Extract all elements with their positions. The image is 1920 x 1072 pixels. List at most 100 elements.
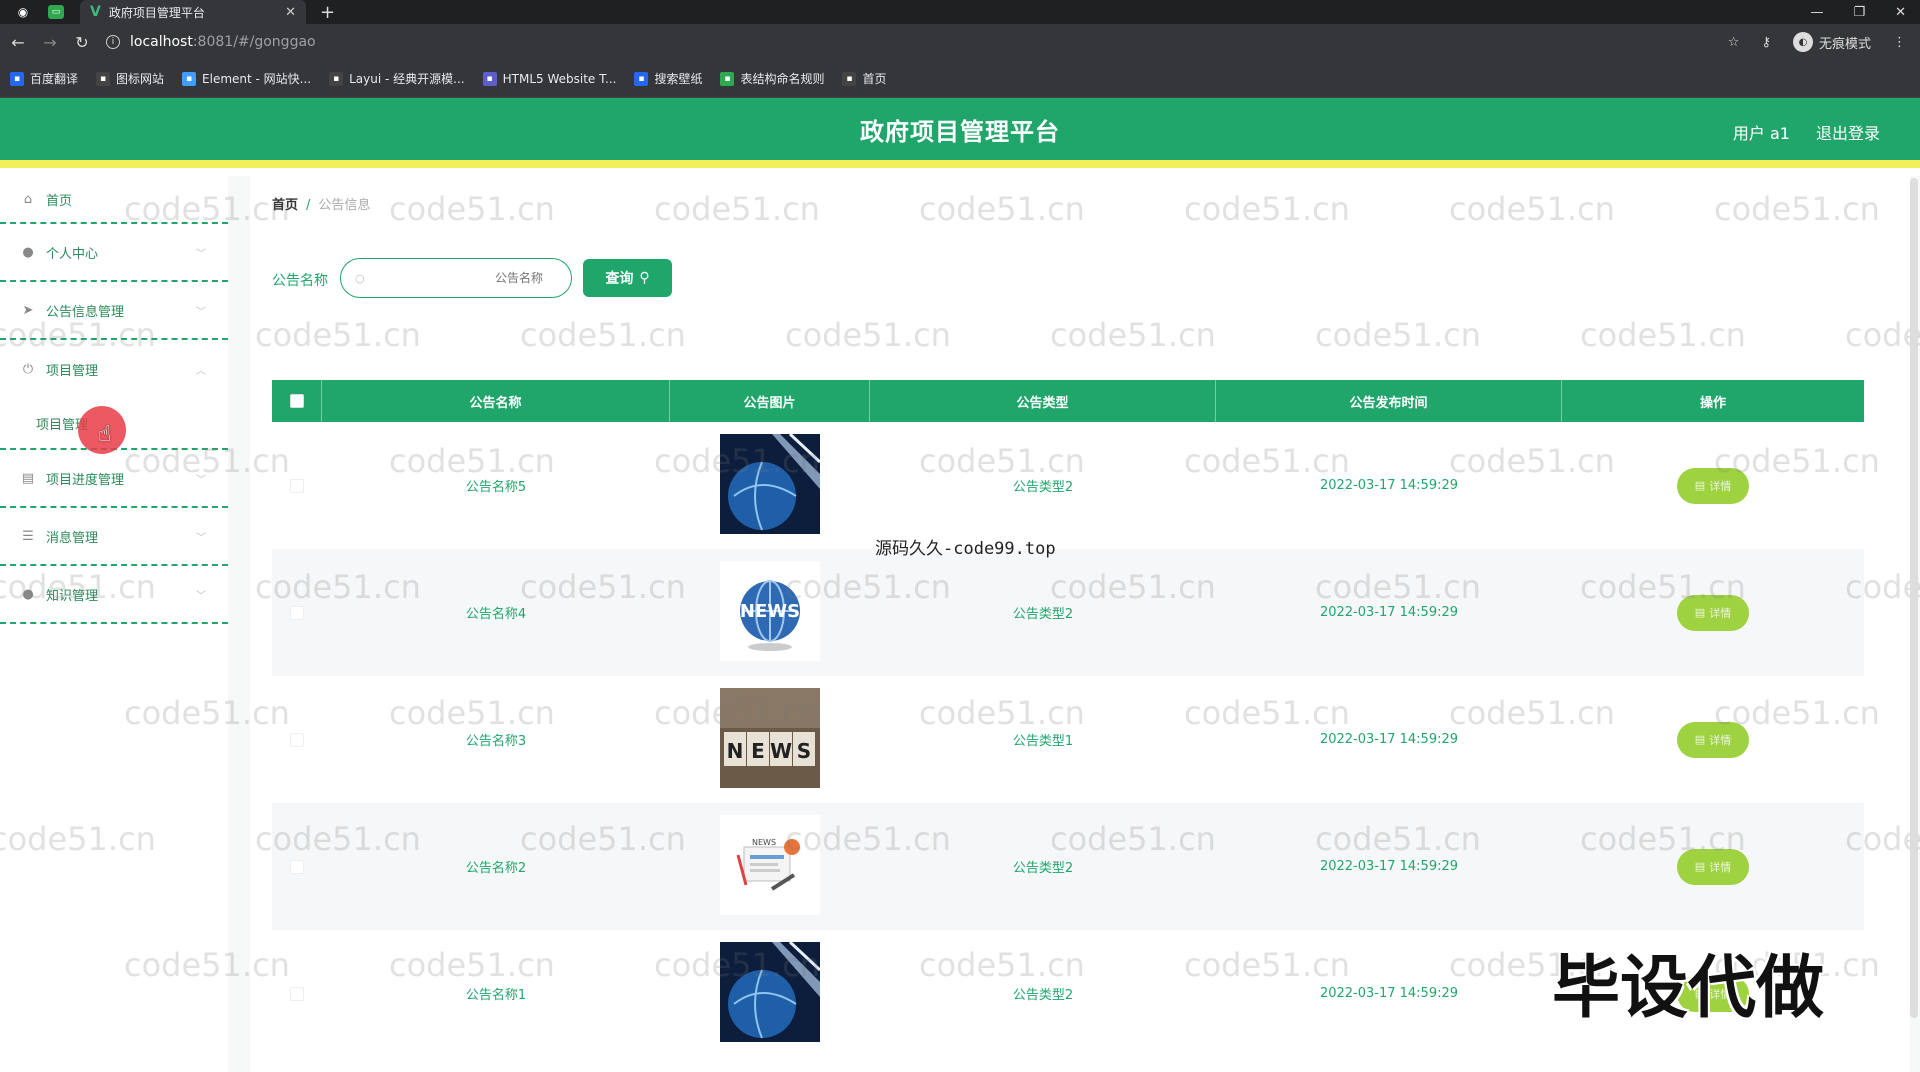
bookmark-star-icon[interactable]: ☆ (1728, 35, 1740, 50)
sidebar-item-profile[interactable]: ● 个人中心 ﹀ (0, 224, 228, 282)
svg-text:NEWS: NEWS (740, 601, 800, 622)
minimize-icon[interactable]: — (1810, 5, 1823, 20)
browser-menu-icon[interactable]: ◉ (14, 3, 32, 21)
bookmark-item[interactable]: ▪ 搜索壁纸 (634, 70, 702, 87)
url-field[interactable]: i localhost:8081/#/gonggao (106, 34, 316, 50)
row-checkbox[interactable] (290, 859, 304, 874)
sidebar-item-label: 消息管理 (46, 530, 99, 546)
bookmark-item[interactable]: ▪ 百度翻译 (10, 70, 78, 87)
user-label[interactable]: 用户 a1 (1733, 120, 1790, 144)
row-select-cell (272, 986, 322, 1001)
sidebar-item-label: 首页 (46, 193, 73, 209)
search-icon: ○ (355, 271, 365, 285)
bookmark-item[interactable]: ▪ 表结构命名规则 (720, 70, 824, 87)
bookmark-item[interactable]: ▪ Element - 网站快... (182, 70, 311, 87)
browser-tab-bar: ◉ ▭ V 政府项目管理平台 ✕ + — ❐ ✕ (0, 0, 1920, 24)
notice-thumbnail[interactable] (720, 432, 822, 538)
forward-icon[interactable]: → (36, 33, 64, 52)
row-select-cell (272, 732, 322, 747)
row-select-cell (272, 605, 322, 620)
new-tab-icon[interactable]: + (320, 2, 335, 23)
row-checkbox[interactable] (290, 478, 304, 493)
notice-image-cell (670, 432, 870, 538)
progress-icon: ▤ (21, 470, 35, 486)
sidebar-item-progress[interactable]: ▤ 项目进度管理 ﹀ (0, 450, 228, 508)
notice-name-cell: 公告名称3 (465, 734, 527, 749)
tab-title: 政府项目管理平台 (108, 5, 205, 20)
pinned-tab-icon[interactable]: ▭ (48, 5, 64, 19)
site-info-icon[interactable]: i (106, 35, 120, 49)
sidebar-item-message[interactable]: ☰ 消息管理 ﹀ (0, 508, 228, 566)
wallpaper-icon: ▪ (634, 71, 649, 86)
browser-tab-active[interactable]: V 政府项目管理平台 ✕ (80, 0, 306, 24)
column-header-name: 公告名称 (322, 380, 670, 422)
sidebar-item-knowledge[interactable]: ● 知识管理 ﹀ (0, 566, 228, 624)
power-icon: ⏻ (22, 361, 34, 377)
notice-thumbnail[interactable]: NEWS (720, 814, 820, 919)
notice-time-cell: 2022-03-17 14:59:29 (1319, 859, 1459, 874)
sidebar-item-label: 个人中心 (46, 246, 99, 262)
bookmark-item[interactable]: ▪ HTML5 Website T... (482, 71, 616, 86)
detail-button-label: 详情 (1709, 479, 1732, 493)
breadcrumb-home[interactable]: 首页 (272, 198, 298, 213)
detail-button[interactable]: ▤ 详情 (1677, 594, 1749, 631)
sidebar-item-project[interactable]: ⏻ 项目管理 ︿ (0, 340, 228, 398)
table-row: 公告名称3 N E W S 公告类型1 2022-03-17 14:59:29 ▤ 详情 (272, 676, 1864, 803)
action-cell: ▤ 详情 (1562, 594, 1864, 631)
row-checkbox[interactable] (290, 732, 304, 747)
element-icon: ▪ (182, 71, 197, 86)
column-header-time: 公告发布时间 (1216, 380, 1562, 422)
chevron-down-icon: ﹀ (196, 306, 206, 318)
tab-close-icon[interactable]: ✕ (285, 5, 296, 20)
action-cell: ▤ 详情 (1562, 848, 1864, 885)
row-checkbox[interactable] (290, 605, 304, 620)
table-row: 公告名称5 公告类型2 2022-03-17 14:59:29 ▤ 详情 (272, 422, 1864, 549)
page-scrollbar[interactable] (1910, 178, 1918, 1018)
search-input[interactable] (364, 271, 557, 285)
search-field[interactable]: ○ (340, 258, 572, 298)
select-all-cell (272, 380, 322, 422)
bookmark-item[interactable]: ▪ 首页 (842, 70, 887, 87)
url-path: :8081/#/gonggao (192, 34, 316, 50)
detail-button[interactable]: ▤ 详情 (1677, 848, 1749, 885)
stamp-watermark: 毕设代做 (1552, 949, 1825, 1028)
bookmark-label: Element - 网站快... (202, 72, 312, 86)
detail-button[interactable]: ▤ 详情 (1677, 721, 1749, 758)
detail-button-label: 详情 (1709, 733, 1732, 747)
chevron-down-icon: ﹀ (196, 474, 206, 486)
window-close-icon[interactable]: ✕ (1895, 5, 1906, 20)
notice-type-cell: 公告类型2 (1012, 607, 1074, 622)
sidebar-item-home[interactable]: ⌂ 首页 (0, 176, 228, 224)
app-header: 政府项目管理平台 用户 a1 退出登录 (0, 98, 1920, 168)
sidebar-subitem-project[interactable]: 项目管理 ☝ (0, 398, 228, 454)
bookmark-item[interactable]: ▪ Layui - 经典开源模... (329, 70, 465, 87)
search-button[interactable]: 查询 ⚲ (583, 259, 672, 297)
document-icon: ▤ (1694, 860, 1706, 873)
search-button-label: 查询 (605, 271, 634, 287)
browser-more-icon[interactable]: ⋮ (1893, 35, 1906, 50)
notice-time-cell: 2022-03-17 14:59:29 (1319, 478, 1459, 493)
home-icon: ⌂ (23, 191, 33, 207)
notice-name-cell: 公告名称2 (465, 861, 527, 876)
bookmark-item[interactable]: ▪ 图标网站 (96, 70, 164, 87)
notice-thumbnail[interactable]: NEWS (720, 560, 820, 665)
bookmark-label: 搜索壁纸 (654, 72, 703, 86)
notice-thumbnail[interactable]: NEWS (720, 687, 820, 792)
detail-button[interactable]: ▤ 详情 (1677, 467, 1749, 504)
select-all-checkbox[interactable] (289, 394, 304, 408)
back-icon[interactable]: ← (4, 33, 32, 52)
notice-thumbnail[interactable] (720, 940, 822, 1046)
restore-icon[interactable]: ❐ (1853, 5, 1865, 20)
sidebar-item-label: 公告信息管理 (46, 304, 125, 320)
chevron-down-icon: ﹀ (196, 532, 206, 544)
incognito-indicator[interactable]: ◐ 无痕模式 (1792, 32, 1871, 52)
document-icon: ▤ (1694, 733, 1706, 746)
address-bar: ← → ↻ i localhost:8081/#/gonggao ☆ ⚷ ◐ 无… (0, 24, 1920, 60)
password-key-icon[interactable]: ⚷ (1761, 35, 1771, 50)
sidebar-item-label: 知识管理 (46, 588, 99, 604)
logout-link[interactable]: 退出登录 (1816, 120, 1880, 144)
sidebar-item-notice[interactable]: ➤ 公告信息管理 ﹀ (0, 282, 228, 340)
reload-icon[interactable]: ↻ (68, 33, 96, 52)
bookmark-label: 图标网站 (116, 72, 165, 86)
row-checkbox[interactable] (290, 986, 304, 1001)
